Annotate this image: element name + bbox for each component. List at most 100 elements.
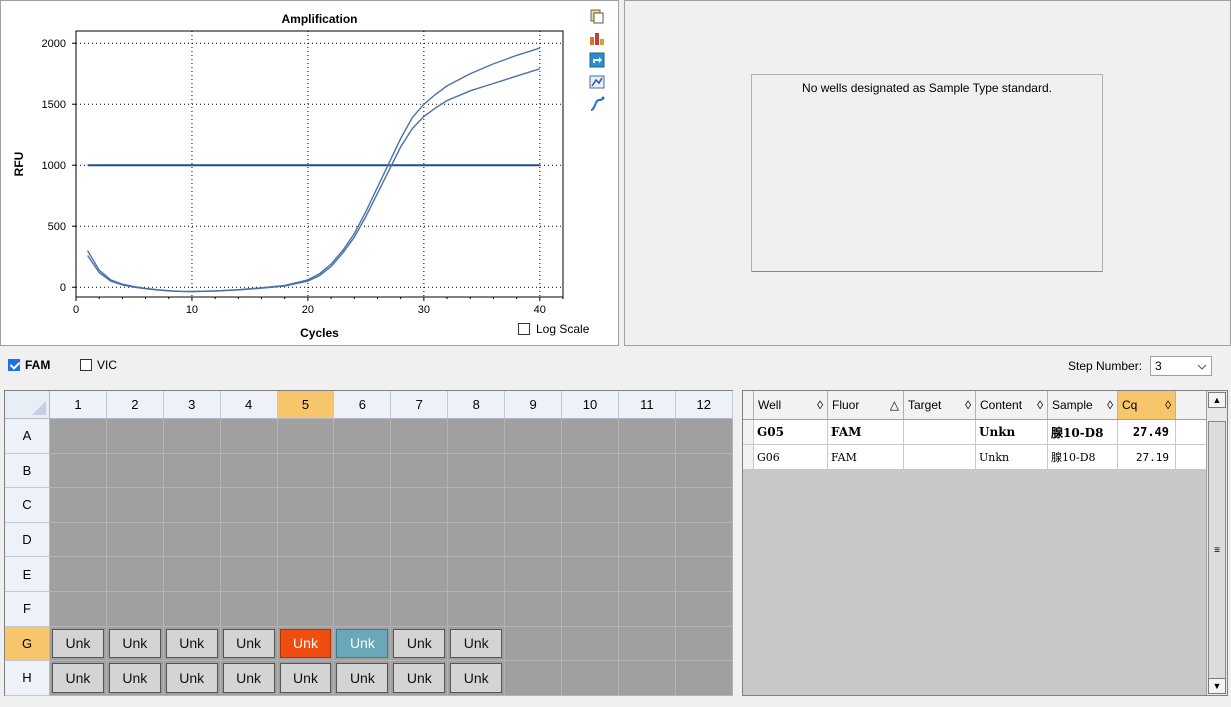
plate-well-C11[interactable] (618, 488, 676, 523)
column-header-cq[interactable]: Cq ◊ (1118, 391, 1176, 419)
plate-well-D6[interactable] (334, 522, 392, 558)
plate-row-header[interactable]: E (5, 557, 50, 592)
plate-well-H5[interactable]: Unk (277, 661, 335, 696)
fam-checkbox[interactable] (8, 359, 20, 371)
export-icon[interactable] (587, 29, 607, 47)
plate-well-A6[interactable] (334, 419, 392, 454)
plate-well-F10[interactable] (562, 591, 619, 627)
plate-column-header[interactable]: 10 (562, 391, 619, 419)
plate-well-D12[interactable] (675, 522, 733, 558)
plate-well-H6[interactable]: Unk (334, 661, 392, 696)
plate-column-header[interactable]: 8 (448, 391, 506, 419)
plate-well-A4[interactable] (220, 419, 278, 454)
plate-well-H10[interactable] (562, 661, 619, 696)
plate-well-C6[interactable] (334, 488, 392, 523)
plate-well-H3[interactable]: Unk (163, 661, 221, 696)
plate-well-B4[interactable] (220, 453, 278, 489)
plate-well-A7[interactable] (391, 419, 449, 454)
table-row[interactable]: G05 FAM Unkn 腺10-D8 27.49 (743, 420, 1227, 445)
plate-well-H7[interactable]: Unk (391, 661, 449, 696)
log-scale-toggle[interactable]: Log Scale (518, 322, 589, 336)
plate-well-E3[interactable] (163, 557, 221, 592)
plate-well-G12[interactable] (675, 626, 733, 662)
plate-well-C12[interactable] (675, 488, 733, 523)
plate-well-E6[interactable] (334, 557, 392, 592)
plate-well-A11[interactable] (618, 419, 676, 454)
plate-well-F4[interactable] (220, 591, 278, 627)
plate-select-all[interactable] (5, 391, 50, 419)
refresh-icon[interactable] (587, 51, 607, 69)
plate-well-E4[interactable] (220, 557, 278, 592)
plate-well-C10[interactable] (562, 488, 619, 523)
plate-well-D8[interactable] (448, 522, 506, 558)
plate-well-G9[interactable] (505, 626, 563, 662)
plate-well-B6[interactable] (334, 453, 392, 489)
plate-row-header[interactable]: G (5, 626, 50, 662)
plate-well-H11[interactable] (618, 661, 676, 696)
plate-well-A9[interactable] (505, 419, 563, 454)
plate-well-G8[interactable]: Unk (448, 626, 506, 662)
vic-checkbox[interactable] (80, 359, 92, 371)
log-scale-checkbox[interactable] (518, 323, 530, 335)
plate-well-H9[interactable] (505, 661, 563, 696)
plate-well-G10[interactable] (562, 626, 619, 662)
sort-icon[interactable]: ◊ (817, 398, 823, 412)
plate-column-header[interactable]: 3 (163, 391, 221, 419)
table-row[interactable]: G06 FAM Unkn 腺10-D8 27.19 (743, 445, 1227, 470)
plate-well-C8[interactable] (448, 488, 506, 523)
plate-well-H2[interactable]: Unk (106, 661, 164, 696)
plate-well-D7[interactable] (391, 522, 449, 558)
plate-well-E10[interactable] (562, 557, 619, 592)
plate-well-H1[interactable]: Unk (50, 661, 107, 696)
plate-column-header[interactable]: 7 (391, 391, 449, 419)
plate-well-B8[interactable] (448, 453, 506, 489)
plate-well-B5[interactable] (277, 453, 335, 489)
plate-well-B12[interactable] (675, 453, 733, 489)
plate-well-G4[interactable]: Unk (220, 626, 278, 662)
scroll-down-button[interactable]: ▼ (1208, 678, 1226, 694)
chart-settings-icon[interactable] (587, 73, 607, 91)
fam-toggle[interactable]: FAM (8, 358, 50, 372)
plate-column-header[interactable]: 11 (618, 391, 676, 419)
plate-well-C7[interactable] (391, 488, 449, 523)
plate-well-C2[interactable] (106, 488, 164, 523)
plate-well-G5[interactable]: Unk (277, 626, 335, 662)
plate-well-G2[interactable]: Unk (106, 626, 164, 662)
row-header[interactable] (743, 420, 754, 444)
plate-row-header[interactable]: H (5, 661, 50, 696)
plate-well-E7[interactable] (391, 557, 449, 592)
plate-well-C9[interactable] (505, 488, 563, 523)
plate-well-G1[interactable]: Unk (50, 626, 107, 662)
plate-well-D9[interactable] (505, 522, 563, 558)
plate-well-A8[interactable] (448, 419, 506, 454)
plate-well-F12[interactable] (675, 591, 733, 627)
plate-well-C5[interactable] (277, 488, 335, 523)
vic-toggle[interactable]: VIC (80, 358, 117, 372)
row-header[interactable] (743, 445, 754, 469)
plate-well-D3[interactable] (163, 522, 221, 558)
plate-row-header[interactable]: F (5, 591, 50, 627)
sort-icon[interactable]: △ (890, 398, 899, 412)
plate-well-B1[interactable] (50, 453, 107, 489)
plate-well-F2[interactable] (106, 591, 164, 627)
plate-well-D10[interactable] (562, 522, 619, 558)
plate-well-F6[interactable] (334, 591, 392, 627)
sort-icon[interactable]: ◊ (1165, 398, 1171, 412)
plate-column-header[interactable]: 12 (675, 391, 733, 419)
plate-well-B10[interactable] (562, 453, 619, 489)
plate-well-D1[interactable] (50, 522, 107, 558)
column-header-sample[interactable]: Sample ◊ (1048, 391, 1118, 419)
plate-well-A1[interactable] (50, 419, 107, 454)
plate-well-D5[interactable] (277, 522, 335, 558)
plate-well-E12[interactable] (675, 557, 733, 592)
plate-well-C3[interactable] (163, 488, 221, 523)
plate-row-header[interactable]: B (5, 453, 50, 489)
plate-row-header[interactable]: C (5, 488, 50, 523)
plate-well-F8[interactable] (448, 591, 506, 627)
curve-icon[interactable] (587, 95, 607, 113)
copy-icon[interactable] (587, 7, 607, 25)
scroll-thumb[interactable]: ≡ (1208, 421, 1226, 679)
plate-well-A12[interactable] (675, 419, 733, 454)
plate-well-A2[interactable] (106, 419, 164, 454)
plate-column-header[interactable]: 4 (220, 391, 278, 419)
